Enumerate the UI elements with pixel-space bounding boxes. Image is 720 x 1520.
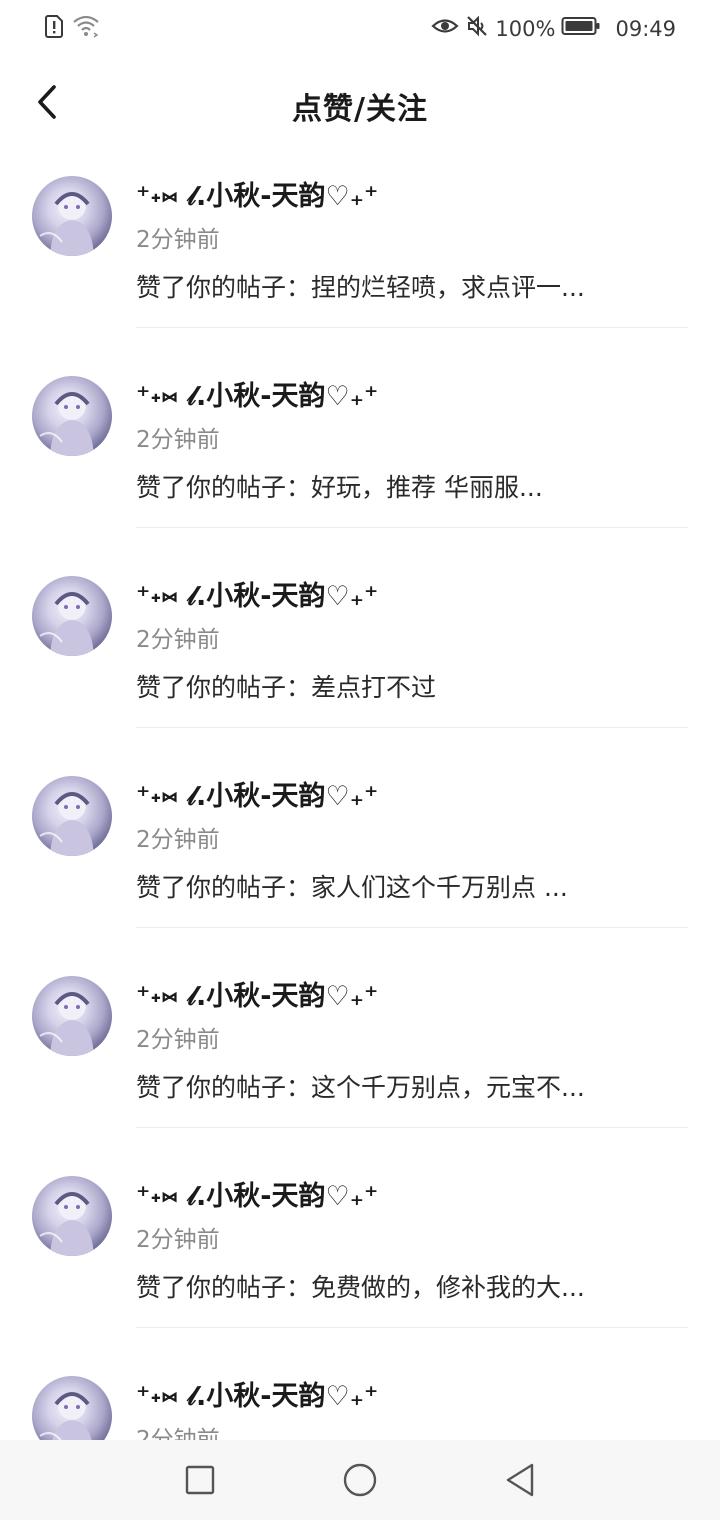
notification-item[interactable]: ⁺˖⑅ 𝓁.小秋-天韵♡₊⁺ 2分钟前 赞了你的帖子：这个千万别点，元宝不... (0, 960, 720, 1160)
recent-apps-icon (184, 1464, 216, 1500)
notification-item[interactable]: ⁺˖⑅ 𝓁.小秋-天韵♡₊⁺ 2分钟前 赞了你的帖子：差点打不过 (0, 560, 720, 760)
home-button[interactable] (340, 1462, 380, 1502)
notification-item[interactable]: ⁺˖⑅ 𝓁.小秋-天韵♡₊⁺ 2分钟前 赞了你的帖子：捏的烂轻喷，求点评一... (0, 160, 720, 360)
username[interactable]: ⁺˖⑅ 𝓁.小秋-天韵♡₊⁺ (136, 1374, 378, 1413)
username[interactable]: ⁺˖⑅ 𝓁.小秋-天韵♡₊⁺ (136, 1174, 378, 1213)
username[interactable]: ⁺˖⑅ 𝓁.小秋-天韵♡₊⁺ (136, 974, 378, 1013)
notification-list[interactable]: ⁺˖⑅ 𝓁.小秋-天韵♡₊⁺ 2分钟前 赞了你的帖子：捏的烂轻喷，求点评一...… (0, 160, 720, 1440)
back-triangle-icon (503, 1462, 537, 1502)
recent-apps-button[interactable] (180, 1462, 220, 1502)
avatar[interactable] (32, 1176, 112, 1256)
notification-item[interactable]: ⁺˖⑅ 𝓁.小秋-天韵♡₊⁺ 2分钟前 (0, 1360, 720, 1440)
battery-icon (561, 15, 601, 42)
notification-item[interactable]: ⁺˖⑅ 𝓁.小秋-天韵♡₊⁺ 2分钟前 赞了你的帖子：免费做的，修补我的大... (0, 1160, 720, 1360)
avatar[interactable] (32, 576, 112, 656)
timestamp: 2分钟前 (136, 1027, 220, 1053)
divider (136, 527, 688, 528)
clock: 09:49 (615, 16, 676, 41)
page-title: 点赞/关注 (292, 92, 428, 127)
notification-message[interactable]: 赞了你的帖子：差点打不过 (136, 668, 436, 704)
username[interactable]: ⁺˖⑅ 𝓁.小秋-天韵♡₊⁺ (136, 174, 378, 213)
divider (136, 927, 688, 928)
divider (136, 327, 688, 328)
username[interactable]: ⁺˖⑅ 𝓁.小秋-天韵♡₊⁺ (136, 774, 378, 813)
avatar[interactable] (32, 776, 112, 856)
notification-item[interactable]: ⁺˖⑅ 𝓁.小秋-天韵♡₊⁺ 2分钟前 赞了你的帖子：家人们这个千万别点 ... (0, 760, 720, 960)
wifi-icon (72, 14, 102, 42)
divider (136, 1127, 688, 1128)
avatar[interactable] (32, 1376, 112, 1440)
system-nav-bar (0, 1440, 720, 1520)
notification-message[interactable]: 赞了你的帖子：捏的烂轻喷，求点评一... (136, 268, 585, 304)
status-left-icons (44, 14, 102, 42)
avatar[interactable] (32, 976, 112, 1056)
home-icon (342, 1462, 378, 1502)
eye-icon (431, 15, 460, 42)
notification-item[interactable]: ⁺˖⑅ 𝓁.小秋-天韵♡₊⁺ 2分钟前 赞了你的帖子：好玩，推荐 华丽服... (0, 360, 720, 560)
timestamp: 2分钟前 (136, 1427, 220, 1440)
notification-message[interactable]: 赞了你的帖子：好玩，推荐 华丽服... (136, 468, 543, 504)
timestamp: 2分钟前 (136, 227, 220, 253)
status-right-icons: 100% 09:49 (431, 14, 676, 43)
timestamp: 2分钟前 (136, 1227, 220, 1253)
username[interactable]: ⁺˖⑅ 𝓁.小秋-天韵♡₊⁺ (136, 374, 378, 413)
notification-message[interactable]: 赞了你的帖子：家人们这个千万别点 ... (136, 868, 568, 904)
avatar[interactable] (32, 176, 112, 256)
username[interactable]: ⁺˖⑅ 𝓁.小秋-天韵♡₊⁺ (136, 574, 378, 613)
divider (136, 727, 688, 728)
avatar[interactable] (32, 376, 112, 456)
timestamp: 2分钟前 (136, 827, 220, 853)
mute-icon (465, 14, 489, 43)
battery-percent: 100% (495, 16, 556, 41)
header: 点赞/关注 (0, 70, 720, 140)
status-bar: 100% 09:49 (0, 0, 720, 56)
timestamp: 2分钟前 (136, 427, 220, 453)
divider (136, 1327, 688, 1328)
timestamp: 2分钟前 (136, 627, 220, 653)
notification-message[interactable]: 赞了你的帖子：这个千万别点，元宝不... (136, 1068, 585, 1104)
nav-back-button[interactable] (500, 1462, 540, 1502)
sim-alert-icon (44, 14, 64, 42)
notification-message[interactable]: 赞了你的帖子：免费做的，修补我的大... (136, 1268, 585, 1304)
